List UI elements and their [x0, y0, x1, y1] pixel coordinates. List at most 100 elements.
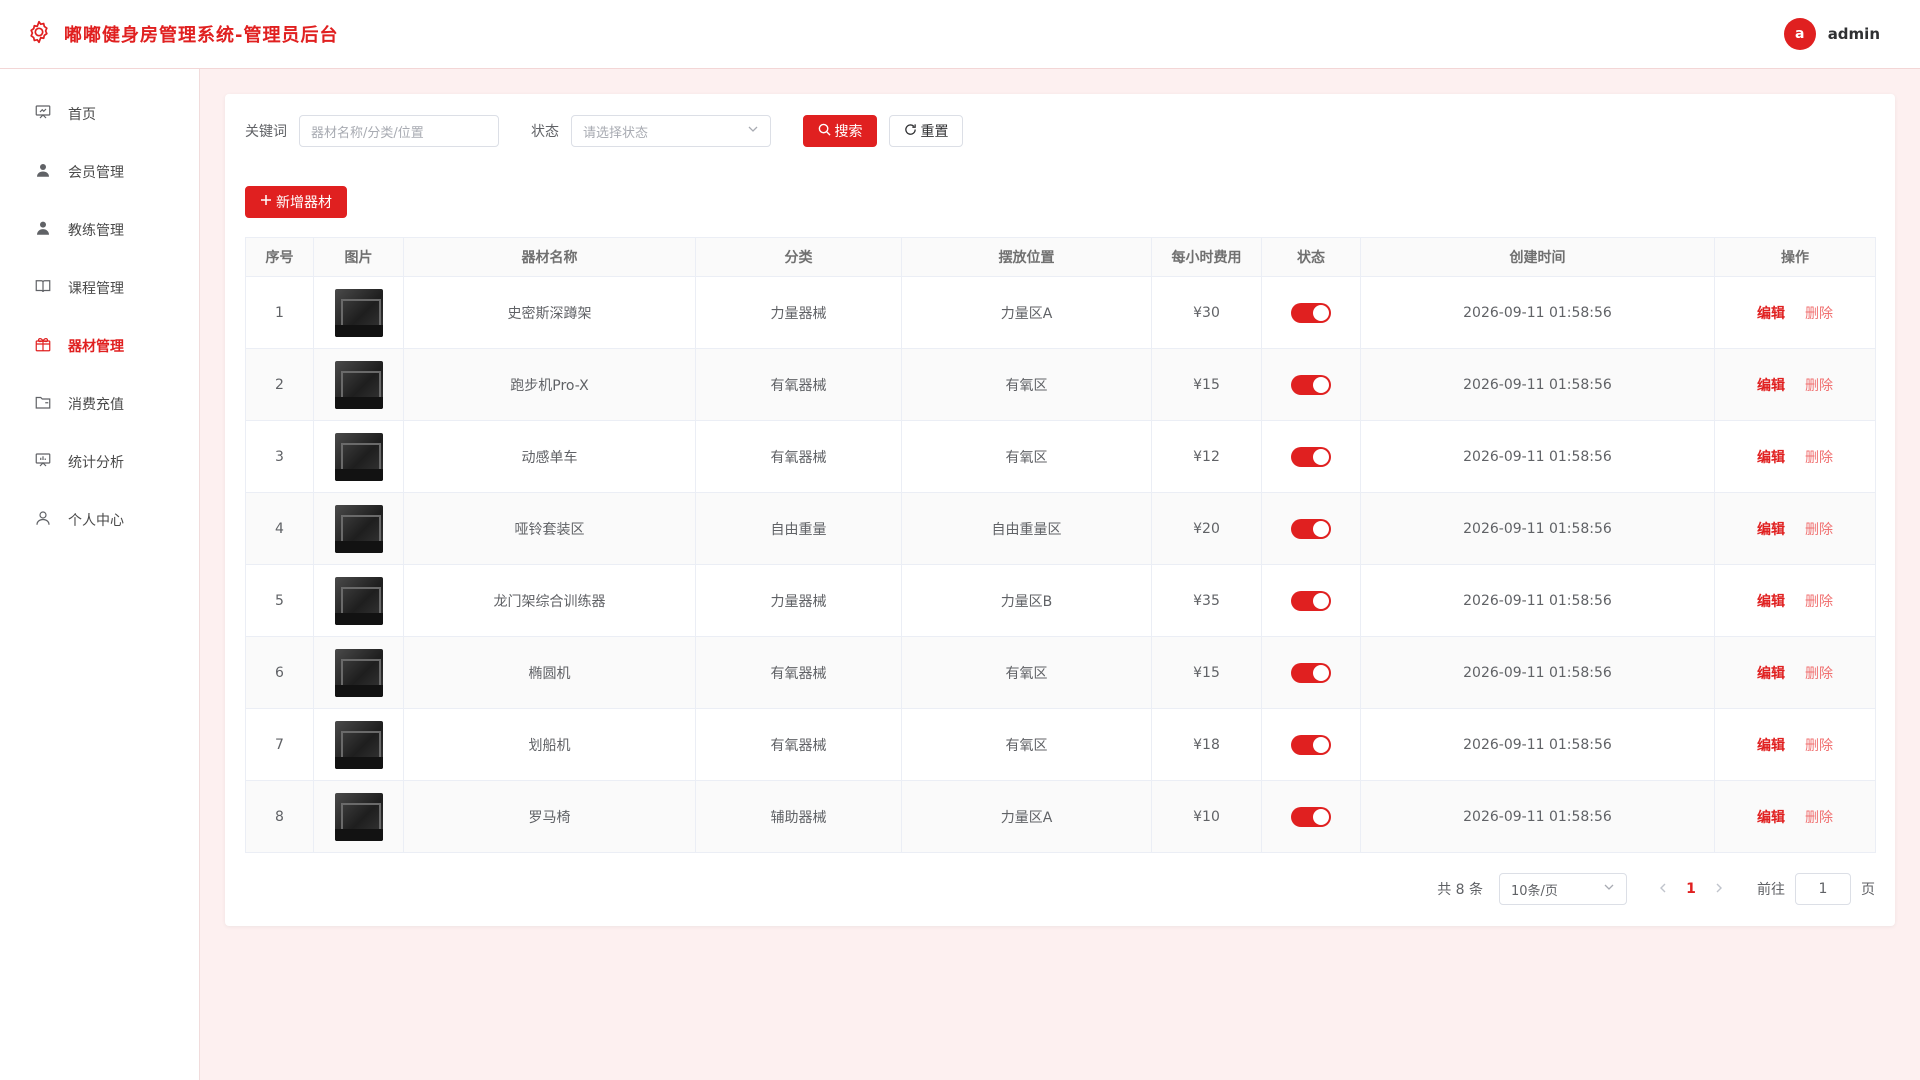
row-index: 3 [245, 420, 314, 493]
equipment-image-cell [313, 780, 404, 853]
equipment-image[interactable] [334, 288, 383, 337]
delete-button[interactable]: 删除 [1805, 738, 1833, 754]
sidebar-item-statistics[interactable]: 统计分析 [0, 433, 199, 491]
status-toggle[interactable] [1291, 734, 1331, 755]
goto-page-input[interactable]: 1 [1795, 873, 1851, 905]
equipment-location: 自由重量区 [901, 492, 1152, 565]
row-index: 5 [245, 564, 314, 637]
sidebar-item-courses[interactable]: 课程管理 [0, 259, 199, 317]
member-icon [34, 161, 52, 183]
actions-cell: 编辑 删除 [1714, 348, 1876, 421]
status-toggle[interactable] [1291, 374, 1331, 395]
edit-button[interactable]: 编辑 [1757, 450, 1785, 466]
keyword-label: 关键词 [245, 124, 287, 140]
equipment-image[interactable] [334, 360, 383, 409]
plus-icon [260, 194, 272, 210]
sidebar-item-home[interactable]: 首页 [0, 85, 199, 143]
equipment-image[interactable] [334, 720, 383, 769]
status-cell [1261, 276, 1361, 349]
equipment-image-cell [313, 636, 404, 709]
column-header: 器材名称 [403, 237, 696, 277]
goto-page-value: 1 [1818, 881, 1828, 897]
created-time: 2026-09-11 01:58:56 [1360, 708, 1715, 781]
equipment-fee: ¥15 [1151, 348, 1262, 421]
equipment-image[interactable] [334, 504, 383, 553]
chevron-down-icon [1603, 881, 1615, 897]
equipment-fee: ¥18 [1151, 708, 1262, 781]
equipment-image[interactable] [334, 648, 383, 697]
equipment-category: 自由重量 [695, 492, 902, 565]
created-time: 2026-09-11 01:58:56 [1360, 780, 1715, 853]
edit-button[interactable]: 编辑 [1757, 666, 1785, 682]
sidebar-item-equipment[interactable]: 器材管理 [0, 317, 199, 375]
delete-button[interactable]: 删除 [1805, 666, 1833, 682]
status-toggle[interactable] [1291, 806, 1331, 827]
brand[interactable]: 嘟嘟健身房管理系统-管理员后台 [26, 19, 338, 49]
equipment-image[interactable] [334, 576, 383, 625]
status-toggle[interactable] [1291, 518, 1331, 539]
actions-cell: 编辑 删除 [1714, 780, 1876, 853]
keyword-input[interactable]: 器材名称/分类/位置 [299, 115, 499, 147]
delete-button[interactable]: 删除 [1805, 810, 1833, 826]
reset-button[interactable]: 重置 [889, 115, 963, 147]
equipment-fee: ¥10 [1151, 780, 1262, 853]
edit-button[interactable]: 编辑 [1757, 594, 1785, 610]
equipment-image-cell [313, 348, 404, 421]
page-number[interactable]: 1 [1675, 881, 1707, 897]
status-label: 状态 [531, 124, 559, 140]
status-toggle[interactable] [1291, 302, 1331, 323]
edit-button[interactable]: 编辑 [1757, 738, 1785, 754]
equipment-image[interactable] [334, 432, 383, 481]
edit-button[interactable]: 编辑 [1757, 810, 1785, 826]
wallet-icon [34, 393, 52, 415]
status-toggle[interactable] [1291, 446, 1331, 467]
column-header: 图片 [313, 237, 404, 277]
table-row: 7 划船机 有氧器械 有氧区 ¥18 2026-09-11 01:58:56 编… [245, 708, 1876, 781]
delete-button[interactable]: 删除 [1805, 450, 1833, 466]
sidebar-item-coaches[interactable]: 教练管理 [0, 201, 199, 259]
status-toggle[interactable] [1291, 662, 1331, 683]
table-row: 8 罗马椅 辅助器械 力量区A ¥10 2026-09-11 01:58:56 … [245, 780, 1876, 853]
created-time: 2026-09-11 01:58:56 [1360, 420, 1715, 493]
next-page-button[interactable] [1707, 881, 1731, 897]
chart-icon [34, 451, 52, 473]
page-suffix: 页 [1861, 882, 1875, 898]
equipment-fee: ¥30 [1151, 276, 1262, 349]
equipment-name: 哑铃套装区 [403, 492, 696, 565]
status-select[interactable]: 请选择状态 [571, 115, 771, 147]
table-row: 2 跑步机Pro-X 有氧器械 有氧区 ¥15 2026-09-11 01:58… [245, 348, 1876, 421]
toggle-knob [1313, 664, 1329, 681]
created-time: 2026-09-11 01:58:56 [1360, 564, 1715, 637]
edit-button[interactable]: 编辑 [1757, 522, 1785, 538]
column-header: 序号 [245, 237, 314, 277]
equipment-location: 力量区A [901, 780, 1152, 853]
delete-button[interactable]: 删除 [1805, 594, 1833, 610]
sidebar-item-profile[interactable]: 个人中心 [0, 491, 199, 549]
page-size-select[interactable]: 10条/页 [1499, 873, 1627, 905]
edit-button[interactable]: 编辑 [1757, 306, 1785, 322]
status-cell [1261, 564, 1361, 637]
add-equipment-button[interactable]: 新增器材 [245, 186, 347, 218]
delete-button[interactable]: 删除 [1805, 378, 1833, 394]
edit-button[interactable]: 编辑 [1757, 378, 1785, 394]
username[interactable]: admin [1828, 25, 1880, 43]
row-index: 2 [245, 348, 314, 421]
sidebar-item-members[interactable]: 会员管理 [0, 143, 199, 201]
delete-button[interactable]: 删除 [1805, 522, 1833, 538]
equipment-category: 力量器械 [695, 276, 902, 349]
status-toggle[interactable] [1291, 590, 1331, 611]
status-cell [1261, 636, 1361, 709]
equipment-name: 龙门架综合训练器 [403, 564, 696, 637]
avatar[interactable]: a [1783, 18, 1816, 50]
search-button[interactable]: 搜索 [803, 115, 877, 147]
equipment-icon [34, 335, 52, 357]
gear-icon [26, 19, 52, 49]
user-menu[interactable]: a admin [1783, 18, 1880, 50]
status-cell [1261, 420, 1361, 493]
equipment-image[interactable] [334, 792, 383, 841]
sidebar-item-recharge[interactable]: 消费充值 [0, 375, 199, 433]
sidebar-item-label: 统计分析 [68, 455, 124, 471]
prev-page-button[interactable] [1651, 881, 1675, 897]
delete-button[interactable]: 删除 [1805, 306, 1833, 322]
sidebar-item-label: 个人中心 [68, 513, 124, 529]
